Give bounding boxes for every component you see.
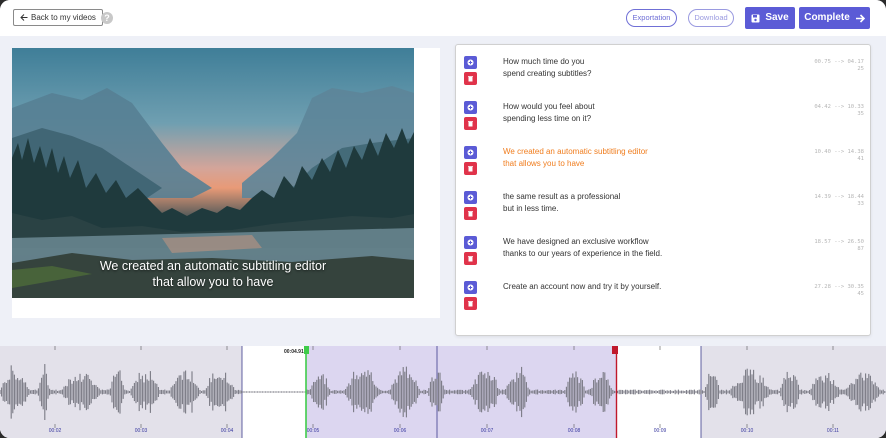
tick-label: 00:04: [220, 428, 234, 434]
video-subtitle-overlay: We created an automatic subtitling edito…: [12, 258, 414, 290]
subtitle-list: How much time do you spend creating subt…: [455, 44, 871, 336]
add-subtitle-button[interactable]: [464, 281, 477, 294]
add-subtitle-button[interactable]: [464, 101, 477, 114]
subtitle-row[interactable]: How much time do you spend creating subt…: [456, 56, 870, 101]
add-subtitle-button[interactable]: [464, 56, 477, 69]
waveform-timeline[interactable]: 00:04.91 00:02 00:03 00:04 00:05 00:06 0…: [0, 346, 886, 438]
tick-label: 00:07: [480, 428, 494, 434]
help-icon[interactable]: ?: [101, 12, 113, 24]
arrow-left-icon: [20, 14, 28, 21]
arrow-right-icon: [855, 13, 865, 23]
plus-circle-icon: [467, 149, 474, 156]
region-start-handle: [304, 346, 309, 354]
subtitle-char-count: 87: [857, 246, 864, 252]
trash-icon: [468, 301, 473, 307]
delete-subtitle-button[interactable]: [464, 72, 477, 85]
video-player[interactable]: We created an automatic subtitling edito…: [12, 48, 414, 298]
trash-icon: [468, 166, 473, 172]
subtitle-line-1: We created an automatic subtitling edito…: [99, 259, 327, 273]
subtitle-row[interactable]: the same result as a professional but in…: [456, 191, 870, 236]
subtitle-text[interactable]: We created an automatic subtitling edito…: [503, 146, 723, 170]
download-button[interactable]: Download: [688, 9, 734, 27]
cursor-time-label: 00:04.91: [284, 349, 304, 355]
complete-button[interactable]: Complete: [799, 7, 870, 29]
subtitle-row-active[interactable]: We created an automatic subtitling edito…: [456, 146, 870, 191]
tick-label: 00:02: [48, 428, 62, 434]
save-label: Save: [765, 12, 789, 23]
subtitle-text[interactable]: Create an account now and try it by your…: [503, 281, 723, 293]
tick-label: 00:03: [134, 428, 148, 434]
subtitle-char-count: 25: [857, 66, 864, 72]
delete-subtitle-button[interactable]: [464, 297, 477, 310]
subtitle-char-count: 41: [857, 156, 864, 162]
trash-icon: [468, 76, 473, 82]
region-end-handle: [612, 346, 618, 354]
plus-circle-icon: [467, 194, 474, 201]
tick-label: 00:06: [393, 428, 407, 434]
waveform[interactable]: [0, 346, 886, 438]
exportation-button[interactable]: Exportation: [626, 9, 677, 27]
subtitle-char-count: 45: [857, 291, 864, 297]
back-button-label: Back to my videos: [31, 13, 96, 22]
plus-circle-icon: [467, 284, 474, 291]
subtitle-text[interactable]: We have designed an exclusive workflow t…: [503, 236, 723, 260]
subtitle-line-2: that allow you to have: [152, 275, 274, 289]
floppy-disk-icon: [751, 14, 760, 22]
subtitle-row[interactable]: We have designed an exclusive workflow t…: [456, 236, 870, 281]
tick-label: 00:11: [826, 428, 840, 434]
subtitle-text[interactable]: the same result as a professional but in…: [503, 191, 723, 215]
add-subtitle-button[interactable]: [464, 191, 477, 204]
delete-subtitle-button[interactable]: [464, 162, 477, 175]
plus-circle-icon: [467, 59, 474, 66]
tick-label: 00:05: [306, 428, 320, 434]
plus-circle-icon: [467, 239, 474, 246]
video-panel: We created an automatic subtitling edito…: [12, 48, 440, 318]
tick-label: 00:09: [653, 428, 667, 434]
subtitle-char-count: 33: [857, 201, 864, 207]
editor-window: Back to my videos ? Exportation Download…: [0, 0, 886, 438]
add-subtitle-button[interactable]: [464, 146, 477, 159]
complete-label: Complete: [804, 12, 850, 23]
trash-icon: [468, 256, 473, 262]
delete-subtitle-button[interactable]: [464, 252, 477, 265]
tick-label: 00:08: [567, 428, 581, 434]
trash-icon: [468, 211, 473, 217]
save-button[interactable]: Save: [745, 7, 795, 29]
delete-subtitle-button[interactable]: [464, 117, 477, 130]
subtitle-char-count: 35: [857, 111, 864, 117]
back-to-videos-button[interactable]: Back to my videos: [13, 9, 103, 26]
top-toolbar: Back to my videos ? Exportation Download…: [0, 0, 886, 36]
add-subtitle-button[interactable]: [464, 236, 477, 249]
plus-circle-icon: [467, 104, 474, 111]
subtitle-text[interactable]: How much time do you spend creating subt…: [503, 56, 723, 80]
trash-icon: [468, 121, 473, 127]
delete-subtitle-button[interactable]: [464, 207, 477, 220]
tick-label: 00:10: [740, 428, 754, 434]
subtitle-text[interactable]: How would you feel about spending less t…: [503, 101, 723, 125]
subtitle-row[interactable]: Create an account now and try it by your…: [456, 281, 870, 326]
subtitle-row[interactable]: How would you feel about spending less t…: [456, 101, 870, 146]
